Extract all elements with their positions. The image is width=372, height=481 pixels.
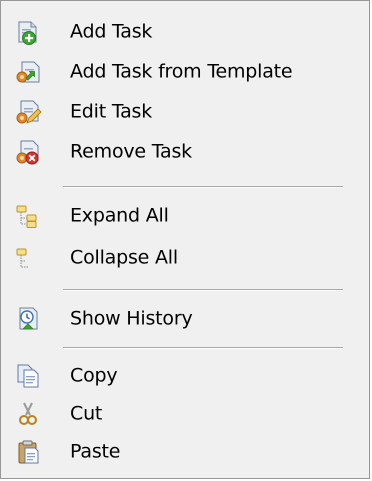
menu-item-label: Expand All: [70, 204, 169, 227]
menu-item-label: Add Task from Template: [70, 60, 293, 83]
copy-icon: [14, 362, 42, 390]
menu-item-paste[interactable]: Paste: [4, 432, 366, 472]
paste-icon: [14, 438, 42, 466]
menu-item-label: Paste: [70, 440, 121, 463]
cut-icon: [14, 400, 42, 428]
menu-item-cut[interactable]: Cut: [4, 394, 366, 434]
menu-item-collapse-all[interactable]: Collapse All: [4, 238, 366, 278]
menu-item-remove-task[interactable]: Remove Task: [4, 132, 366, 172]
menu-item-label: Edit Task: [70, 100, 153, 123]
remove-task-icon: [14, 138, 42, 166]
context-menu: Add Task Add Task from Template Edit Tas…: [0, 0, 370, 479]
menu-item-expand-all[interactable]: Expand All: [4, 196, 366, 236]
collapse-all-icon: [14, 244, 42, 272]
add-task-template-icon: [14, 58, 42, 86]
menu-separator: [63, 186, 343, 188]
menu-item-copy[interactable]: Copy: [4, 356, 366, 396]
expand-all-icon: [14, 202, 42, 230]
menu-item-add-task-from-template[interactable]: Add Task from Template: [4, 52, 366, 92]
menu-item-label: Add Task: [70, 20, 153, 43]
menu-item-show-history[interactable]: Show History: [4, 299, 366, 339]
menu-item-label: Remove Task: [70, 140, 192, 163]
menu-separator: [63, 347, 343, 349]
menu-item-add-task[interactable]: Add Task: [4, 12, 366, 52]
menu-item-edit-task[interactable]: Edit Task: [4, 92, 366, 132]
edit-task-icon: [14, 98, 42, 126]
menu-item-label: Copy: [70, 364, 118, 387]
history-icon: [14, 305, 42, 333]
menu-item-label: Show History: [70, 307, 193, 330]
menu-item-label: Cut: [70, 402, 103, 425]
menu-separator: [63, 289, 343, 291]
add-task-icon: [14, 18, 42, 46]
menu-item-label: Collapse All: [70, 246, 178, 269]
